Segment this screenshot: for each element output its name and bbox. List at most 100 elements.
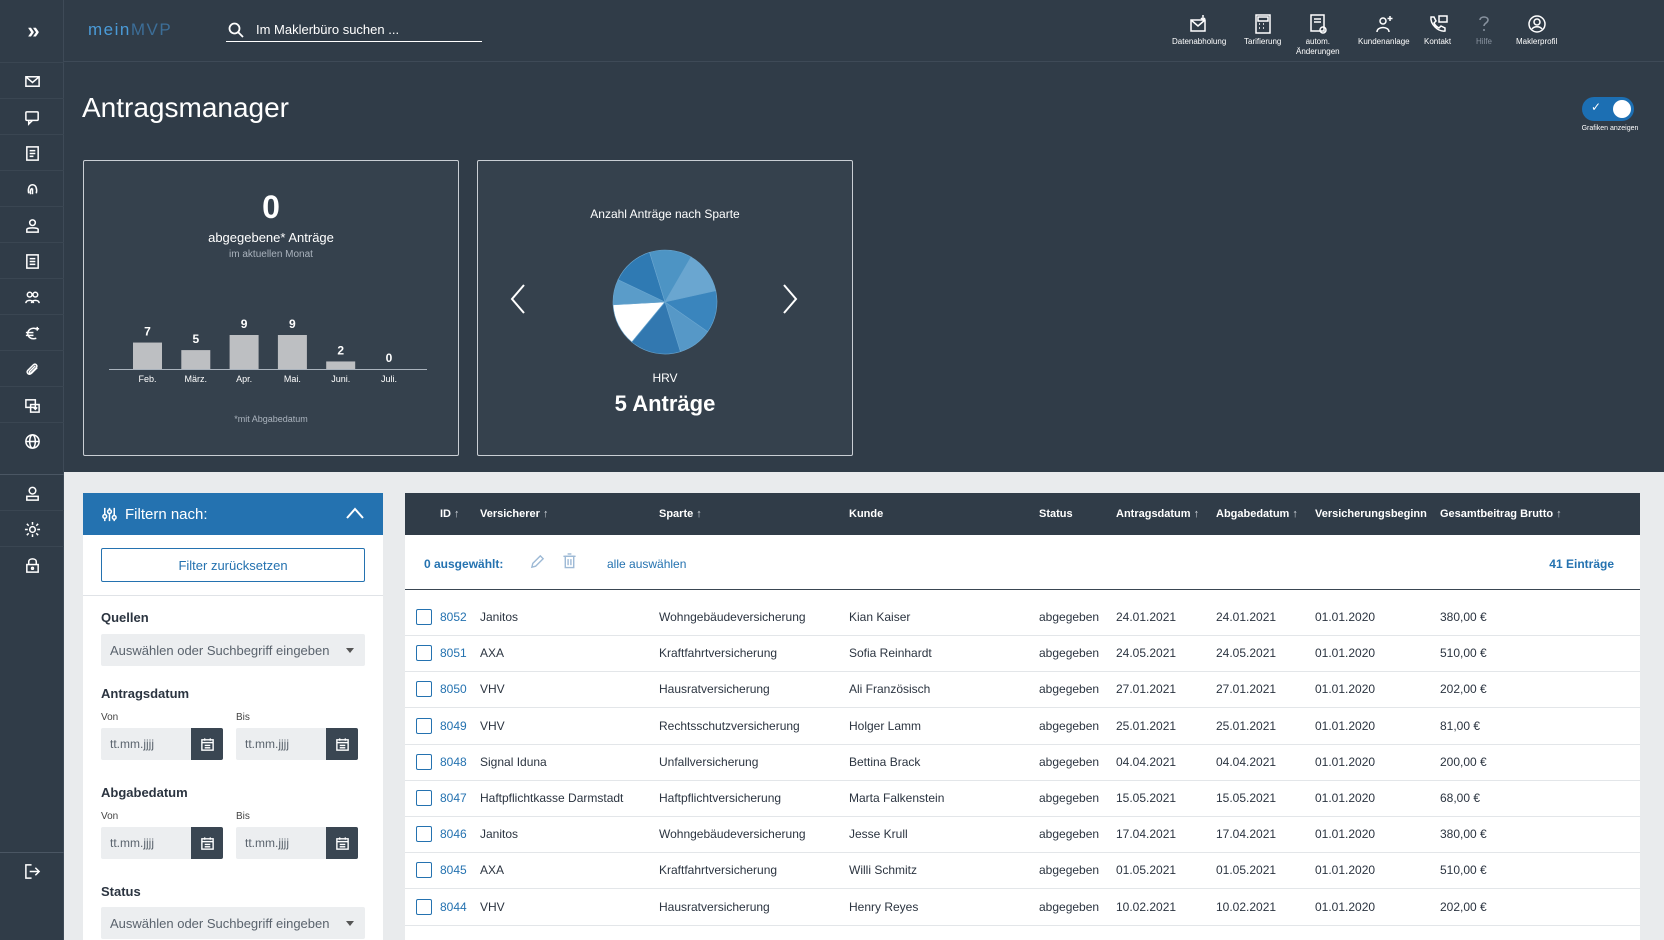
select-all-link[interactable]: alle auswählen xyxy=(607,557,686,571)
cell-versicherer: Haftpflichtkasse Darmstadt xyxy=(480,791,624,805)
phone-icon xyxy=(1429,15,1448,32)
calendar-icon[interactable] xyxy=(326,827,358,859)
sort-arrow-icon[interactable]: ↑ xyxy=(1556,508,1562,520)
sidebar-lock[interactable] xyxy=(0,546,64,584)
trash-icon[interactable] xyxy=(562,553,577,569)
sort-arrow-icon[interactable]: ↑ xyxy=(1194,508,1200,520)
graphics-toggle[interactable]: ✓ xyxy=(1582,97,1634,121)
table-row[interactable]: 8048 Signal Iduna Unfallversicherung Bettin… xyxy=(405,743,1640,781)
cell-id[interactable]: 8052 xyxy=(440,610,467,624)
bar-März.[interactable] xyxy=(181,350,211,369)
cell-id[interactable]: 8051 xyxy=(440,646,467,660)
cell-gesamtbeitrag brutto: 202,00 € xyxy=(1440,899,1487,914)
row-checkbox[interactable] xyxy=(416,898,432,915)
column-header-sparte[interactable]: Sparte ↑ xyxy=(659,508,702,520)
table-row[interactable]: 8045 AXA Kraftfahrtversicherung Willi Schmi… xyxy=(405,851,1640,890)
antragsdatum-from-input[interactable]: tt.mm.jjjj xyxy=(101,728,223,760)
column-header-id[interactable]: ID ↑ xyxy=(440,508,460,520)
toolbar-add-customer[interactable]: Kundenanlage xyxy=(1358,14,1410,47)
sidebar-gear[interactable] xyxy=(0,510,64,548)
toolbar-help[interactable]: Hilfe xyxy=(1474,14,1494,47)
column-header-versicherer[interactable]: Versicherer ↑ xyxy=(480,508,548,520)
toolbar-profile[interactable]: Maklerprofil xyxy=(1516,14,1557,47)
sources-select[interactable]: Auswählen oder Suchbegriff eingeben xyxy=(101,634,365,666)
sidebar-logout[interactable] xyxy=(0,852,64,890)
cell-id[interactable]: 8048 xyxy=(440,755,467,769)
abgabedatum-from-input[interactable]: tt.mm.jjjj xyxy=(101,827,223,859)
sidebar-list[interactable] xyxy=(0,242,64,280)
sidebar-globe[interactable] xyxy=(0,422,64,460)
gear-icon xyxy=(24,521,40,538)
submitted-card: 0 abgegebene* Anträge im aktuellen Monat… xyxy=(83,160,459,456)
antragsdatum-to-input[interactable]: tt.mm.jjjj xyxy=(236,728,358,760)
cell-id[interactable]: 8047 xyxy=(440,791,467,805)
bar-Juni.[interactable] xyxy=(326,361,356,369)
cell-status: abgegeben xyxy=(1039,610,1100,624)
column-header-gesamtbeitrag brutto[interactable]: Gesamtbeitrag Brutto ↑ xyxy=(1440,508,1562,520)
search-input[interactable] xyxy=(256,22,476,37)
reset-filter-button[interactable]: Filter zurücksetzen xyxy=(101,548,365,582)
table-row[interactable]: 8049 VHV Rechtsschutzversicherung Holger La… xyxy=(405,707,1640,745)
sidebar-paperclip[interactable] xyxy=(0,350,64,388)
sort-arrow-icon[interactable]: ↑ xyxy=(543,508,549,520)
row-checkbox[interactable] xyxy=(416,826,432,843)
cell-id[interactable]: 8049 xyxy=(440,719,467,733)
column-header-label: ID xyxy=(440,508,451,520)
prev-arrow-icon[interactable] xyxy=(506,281,530,317)
column-header-abgabedatum[interactable]: Abgabedatum ↑ xyxy=(1216,508,1298,520)
toolbar-calculator[interactable]: Tarifierung xyxy=(1244,14,1281,47)
table-row[interactable]: 8051 AXA Kraftfahrtversicherung Sofia Reinh… xyxy=(405,634,1640,673)
table-row[interactable]: 8047 Haftpflichtkasse Darmstadt Haftpflich… xyxy=(405,779,1640,817)
sidebar-person[interactable] xyxy=(0,206,64,244)
row-checkbox[interactable] xyxy=(416,790,432,806)
logo[interactable]: meinMVP xyxy=(88,20,172,40)
chevron-up-icon[interactable] xyxy=(345,506,365,520)
calendar-icon[interactable] xyxy=(326,728,358,760)
calendar-icon[interactable] xyxy=(191,728,223,760)
expand-sidebar-icon[interactable]: » xyxy=(0,0,64,62)
cell-id[interactable]: 8044 xyxy=(440,900,467,914)
sidebar-euro[interactable] xyxy=(0,314,64,352)
cell-status: abgegeben xyxy=(1039,827,1100,842)
next-arrow-icon[interactable] xyxy=(778,281,802,317)
sparte-pie-chart[interactable] xyxy=(605,242,725,362)
filter-header[interactable]: Filtern nach: xyxy=(83,493,383,535)
bar-Mai.[interactable] xyxy=(277,335,307,369)
abgabedatum-to-input[interactable]: tt.mm.jjjj xyxy=(236,827,358,859)
toolbar-phone[interactable]: Kontakt xyxy=(1424,14,1451,47)
toolbar-label: Datenabholung xyxy=(1172,37,1227,46)
sparte-card: Anzahl Anträge nach Sparte HRV 5 Anträge xyxy=(477,160,853,456)
sidebar-mail[interactable] xyxy=(0,62,64,100)
table-row[interactable]: 8052 Janitos Wohngebäudeversicherung Kian K… xyxy=(405,598,1640,636)
sort-arrow-icon[interactable]: ↑ xyxy=(696,508,702,520)
edit-icon[interactable] xyxy=(530,554,545,569)
sidebar-user[interactable] xyxy=(0,474,64,512)
bar-Feb.[interactable] xyxy=(133,342,162,369)
sort-arrow-icon[interactable]: ↑ xyxy=(1292,508,1298,520)
sidebar-group[interactable] xyxy=(0,278,64,316)
row-checkbox[interactable] xyxy=(416,753,432,770)
row-checkbox[interactable] xyxy=(416,609,432,625)
row-checkbox[interactable] xyxy=(416,645,432,662)
sidebar-fingerprint[interactable] xyxy=(0,170,64,208)
table-row[interactable]: 8046 Janitos Wohngebäudeversicherung Jesse … xyxy=(405,815,1640,854)
toolbar-download-mail[interactable]: Datenabholung xyxy=(1172,14,1226,47)
column-header-label: Abgabedatum xyxy=(1216,508,1290,520)
cell-id[interactable]: 8045 xyxy=(440,863,467,877)
cell-id[interactable]: 8046 xyxy=(440,827,467,841)
table-row[interactable]: 8044 VHV Hausratversicherung Henry Reyes abg… xyxy=(405,888,1640,926)
calendar-icon[interactable] xyxy=(191,827,223,859)
sort-arrow-icon[interactable]: ↑ xyxy=(454,508,460,520)
cell-id[interactable]: 8050 xyxy=(440,682,467,696)
status-select[interactable]: Auswählen oder Suchbegriff eingeben xyxy=(101,907,365,939)
bar-Apr.[interactable] xyxy=(229,335,259,369)
sidebar-transfer[interactable] xyxy=(0,386,64,424)
toolbar-auto-change[interactable]: autom. Änderungen xyxy=(1296,14,1340,57)
column-header-antragsdatum[interactable]: Antragsdatum ↑ xyxy=(1116,508,1199,520)
table-row[interactable]: 8050 VHV Hausratversicherung Ali Französisc… xyxy=(405,670,1640,709)
sidebar-chat[interactable] xyxy=(0,98,64,136)
row-checkbox[interactable] xyxy=(416,862,432,879)
row-checkbox[interactable] xyxy=(416,717,432,734)
row-checkbox[interactable] xyxy=(416,681,432,698)
sidebar-document[interactable] xyxy=(0,134,64,172)
